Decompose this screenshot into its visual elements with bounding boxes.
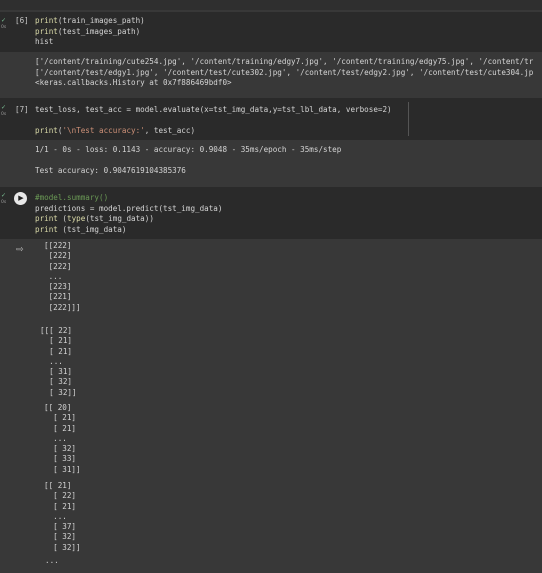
code-cell-6[interactable]: ✓ 0s [6] print(train_images_path) print(… xyxy=(0,12,542,52)
execution-time: 0s xyxy=(1,112,7,117)
array-output-block: [[ 21] [ 22] [ 21] ... [ 37] [ 32] [ 32]… xyxy=(44,481,81,552)
output-text: ['/content/training/cute254.jpg', '/cont… xyxy=(35,57,534,87)
array-output-block: [[222] [222] [222] ... [223] [221] [222]… xyxy=(44,241,81,312)
array-output-block: [[ 20] [ 21] [ 21] ... [ 32] [ 33] [ 31]… xyxy=(44,403,81,474)
output-area-8: ⇨ [[222] [222] [222] ... [223] [221] [22… xyxy=(0,240,542,573)
code-editor[interactable]: #model.summary() predictions = model.pre… xyxy=(35,193,222,235)
code-line: print (tst_img_data) xyxy=(35,224,127,234)
code-editor[interactable]: test_loss, test_acc = model.evaluate(x=t… xyxy=(35,105,392,137)
code-cell-7[interactable]: ✓ 0s [7] test_loss, test_acc = model.eva… xyxy=(0,98,542,140)
execution-time: 0s xyxy=(1,25,7,30)
array-output-block: [[[ 22] [ 21] [ 21] ... [ 31] [ 32] [ 32… xyxy=(40,326,77,397)
code-line: hist xyxy=(35,37,54,46)
execution-count: [6] xyxy=(15,16,29,25)
output-icon[interactable]: ⇨ xyxy=(16,245,24,255)
editor-divider xyxy=(408,102,409,136)
run-cell-button[interactable]: ▶ xyxy=(14,192,27,205)
code-cell-8[interactable]: ✓ 0s ▶ #model.summary() predictions = mo… xyxy=(0,187,542,239)
check-icon: ✓ xyxy=(1,104,7,111)
top-strip xyxy=(0,0,542,10)
code-line: print('\nTest accuracy:', test_acc) xyxy=(35,126,196,135)
execution-count: [7] xyxy=(15,105,29,114)
play-icon: ▶ xyxy=(18,194,24,202)
code-line: predictions = model.predict(tst_img_data… xyxy=(35,203,223,213)
output-area-6: ['/content/training/cute254.jpg', '/cont… xyxy=(0,53,542,93)
code-comment: #model.summary() xyxy=(35,193,109,202)
check-icon: ✓ xyxy=(1,17,7,24)
execution-time: 0s xyxy=(1,200,7,205)
code-line: print(train_images_path) xyxy=(35,16,145,25)
code-line: test_loss, test_acc = model.evaluate(x=t… xyxy=(35,105,392,114)
code-line: print(test_images_path) xyxy=(35,26,141,36)
check-icon: ✓ xyxy=(1,192,7,199)
output-ellipsis: ... xyxy=(45,556,59,565)
output-area-7: 1/1 - 0s - loss: 0.1143 - accuracy: 0.90… xyxy=(0,141,542,183)
output-text: 1/1 - 0s - loss: 0.1143 - accuracy: 0.90… xyxy=(35,145,342,175)
code-editor[interactable]: print(train_images_path) print(test_imag… xyxy=(35,16,145,48)
code-line: print (type(tst_img_data)) xyxy=(35,214,154,223)
